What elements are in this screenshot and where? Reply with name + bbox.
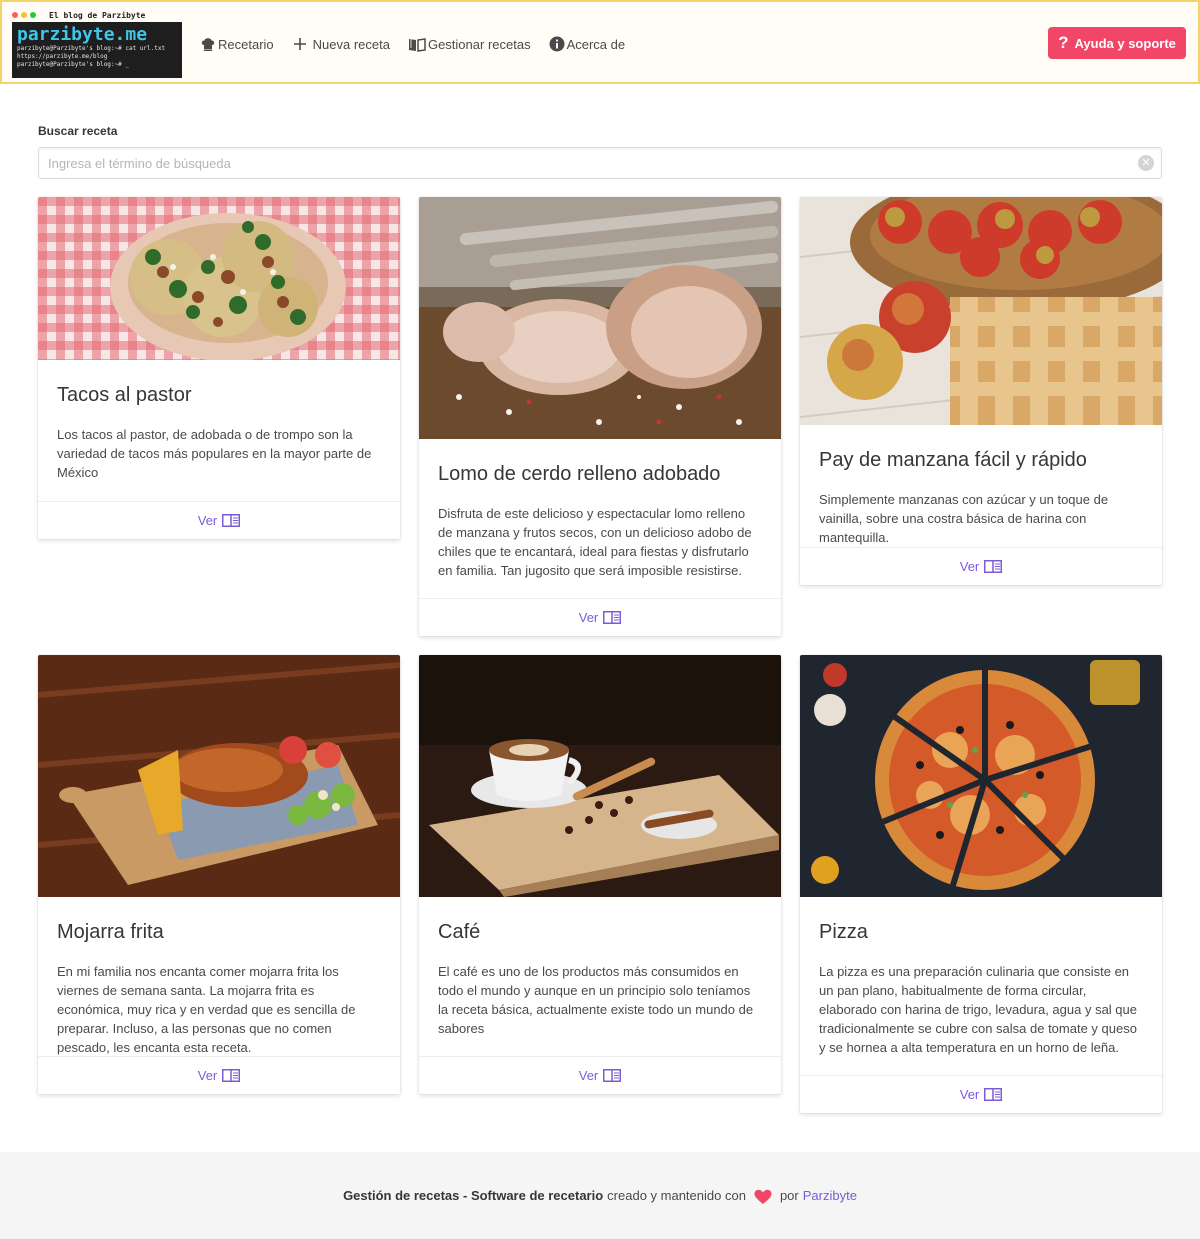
search-input[interactable]	[38, 147, 1162, 179]
footer-app-name: Gestión de recetas - Software de recetar…	[343, 1188, 604, 1203]
footer-by-text: por	[779, 1188, 799, 1203]
card-content: Lomo de cerdo relleno adobado Disfruta d…	[419, 439, 781, 580]
recipe-title[interactable]: Lomo de cerdo relleno adobado	[438, 463, 762, 486]
recipe-image-tacos	[38, 197, 400, 360]
recipe-description: El café es uno de los productos más cons…	[438, 964, 754, 1036]
card-content: Pay de manzana fácil y rápido Simplement…	[800, 425, 1162, 547]
recipe-description: Simplemente manzanas con azúcar y un toq…	[819, 492, 1109, 545]
window-close-dot	[12, 12, 18, 18]
card-content: Pizza La pizza es una preparación culina…	[800, 897, 1162, 1057]
recipe-image-mojarra	[38, 655, 400, 897]
recipe-card: Café El café es uno de los productos más…	[419, 655, 781, 1094]
chef-hat-icon	[201, 38, 215, 51]
author-link[interactable]: Parzibyte	[803, 1188, 857, 1203]
view-recipe-button[interactable]: Ver	[800, 1075, 1162, 1113]
recipe-image-pay	[800, 197, 1162, 425]
reader-icon	[222, 1069, 241, 1082]
search-label: Buscar receta	[38, 124, 118, 138]
nav-item-nueva-receta[interactable]: Nueva receta	[292, 36, 390, 52]
terminal-line: parzibyte@Parzibyte's blog:~# _	[17, 61, 129, 68]
reader-icon	[222, 514, 241, 527]
plus-icon	[293, 38, 306, 50]
reader-icon	[984, 560, 1003, 573]
recipe-description: Disfruta de este delicioso y espectacula…	[438, 506, 752, 578]
recipe-card: Pay de manzana fácil y rápido Simplement…	[800, 197, 1162, 585]
help-button-label: Ayuda y soporte	[1074, 35, 1176, 51]
logo-text: parzibyte.me	[17, 24, 148, 45]
open-book-icon	[408, 38, 426, 52]
recipe-title[interactable]: Mojarra frita	[57, 921, 381, 944]
view-recipe-button[interactable]: Ver	[38, 501, 400, 539]
view-label: Ver	[959, 559, 980, 574]
question-icon: ?	[1058, 33, 1069, 52]
terminal-titlebar: El blog de Parzibyte	[12, 8, 182, 22]
recipe-card: Tacos al pastor Los tacos al pastor, de …	[38, 197, 400, 539]
info-circle-icon	[549, 36, 565, 52]
card-content: Mojarra frita En mi familia nos encanta …	[38, 897, 400, 1057]
recipe-description: Los tacos al pastor, de adobada o de tro…	[57, 427, 372, 480]
terminal-window: parzibyte.me parzibyte@Parzibyte's blog:…	[12, 22, 182, 78]
nav-item-label: Recetario	[218, 36, 274, 52]
recipe-image-cafe	[419, 655, 781, 897]
recipe-description: La pizza es una preparación culinaria qu…	[819, 964, 1137, 1055]
heart-icon	[754, 1189, 772, 1204]
recipe-image-lomo	[419, 197, 781, 439]
nav-item-label: Nueva receta	[312, 36, 390, 52]
nav-item-recetario[interactable]: Recetario	[200, 36, 274, 52]
recipe-title[interactable]: Pay de manzana fácil y rápido	[819, 449, 1143, 472]
search-field: ✕	[38, 147, 1162, 179]
brand-logo[interactable]: El blog de Parzibyte parzibyte.me parzib…	[12, 8, 182, 78]
recipe-title[interactable]: Pizza	[819, 921, 1143, 944]
page-footer: Gestión de recetas - Software de recetar…	[0, 1152, 1200, 1239]
nav-item-label: Acerca de	[566, 36, 626, 52]
view-label: Ver	[197, 513, 218, 528]
card-content: Tacos al pastor Los tacos al pastor, de …	[38, 360, 400, 482]
recipe-card: Mojarra frita En mi familia nos encanta …	[38, 655, 400, 1094]
view-label: Ver	[578, 610, 599, 625]
reader-icon	[984, 1088, 1003, 1101]
terminal-line: https://parzibyte.me/blog	[17, 53, 108, 60]
recipe-card: Lomo de cerdo relleno adobado Disfruta d…	[419, 197, 781, 636]
view-label: Ver	[197, 1068, 218, 1083]
view-label: Ver	[578, 1068, 599, 1083]
reader-icon	[603, 611, 622, 624]
clear-search-icon[interactable]: ✕	[1138, 155, 1154, 171]
recipe-title[interactable]: Tacos al pastor	[57, 384, 381, 407]
footer-created-text: creado y mantenido con	[607, 1188, 746, 1203]
recipe-title[interactable]: Café	[438, 921, 762, 944]
blog-title: El blog de Parzibyte	[49, 10, 146, 20]
nav-menu: Recetario Nueva receta Gestionar recetas…	[200, 2, 625, 86]
recipe-card: Pizza La pizza es una preparación culina…	[800, 655, 1162, 1113]
card-content: Café El café es uno de los productos más…	[419, 897, 781, 1038]
reader-icon	[603, 1069, 622, 1082]
view-recipe-button[interactable]: Ver	[38, 1056, 400, 1094]
view-recipe-button[interactable]: Ver	[800, 547, 1162, 585]
help-support-button[interactable]: ? Ayuda y soporte	[1048, 27, 1186, 59]
nav-item-label: Gestionar recetas	[427, 36, 531, 52]
view-recipe-button[interactable]: Ver	[419, 1056, 781, 1094]
view-recipe-button[interactable]: Ver	[419, 598, 781, 636]
terminal-line: parzibyte@Parzibyte's blog:~# cat url.tx…	[17, 45, 166, 52]
recipe-description: En mi familia nos encanta comer mojarra …	[57, 964, 356, 1055]
view-label: Ver	[959, 1087, 980, 1102]
navbar: El blog de Parzibyte parzibyte.me parzib…	[0, 0, 1200, 84]
window-minimize-dot	[21, 12, 27, 18]
recipe-image-pizza	[800, 655, 1162, 897]
nav-item-acerca-de[interactable]: Acerca de	[549, 36, 626, 52]
nav-item-gestionar-recetas[interactable]: Gestionar recetas	[408, 36, 531, 52]
window-maximize-dot	[30, 12, 36, 18]
